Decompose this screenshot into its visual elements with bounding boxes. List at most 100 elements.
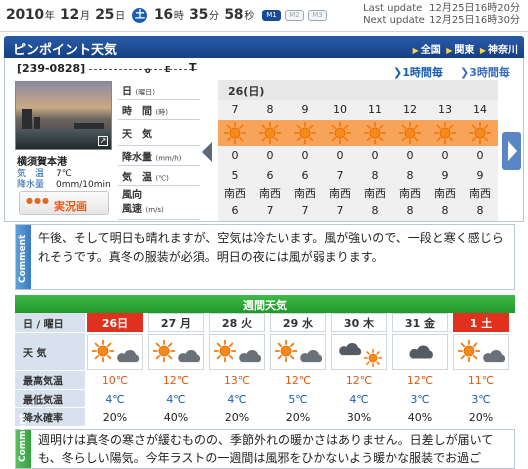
wind-dir-cell: 南西 (399, 187, 421, 200)
week-rain-cell: 40% (163, 411, 189, 424)
address-leader-line (89, 69, 197, 70)
next-update-label: Next update (363, 15, 425, 26)
wind-speed-cell: 8 (476, 204, 484, 217)
sun-icon (328, 121, 352, 145)
breadcrumb-kanto[interactable]: 関東 (454, 45, 474, 56)
address-end-mark: T (189, 61, 197, 74)
comment-tag: Comment (16, 414, 31, 468)
temp-cell: 8 (371, 169, 379, 182)
sun-icon (223, 121, 247, 145)
precip-cell: 0 (336, 149, 344, 162)
row-label-hour: 時 間 (時) (118, 100, 200, 120)
temp-cell: 7 (336, 169, 344, 182)
hour-cell: 13 (438, 103, 452, 116)
day-unit: 日 (115, 11, 125, 22)
week-rain-cell: 20% (468, 411, 494, 424)
second: 58 (224, 7, 244, 23)
dots-icon: ●●● (26, 196, 50, 205)
last-update-value: 12月25日16時20分 (429, 3, 520, 14)
comment-tag-label: Comment (18, 234, 28, 283)
hour-cell: 14 (473, 103, 487, 116)
hour-cell: 11 (368, 103, 382, 116)
location-code: E (165, 65, 171, 74)
week-date-cell: 26日 (87, 313, 143, 332)
temp-cell: 5 (231, 169, 239, 182)
week-lo-cell: 4℃ (227, 393, 247, 406)
breadcrumb-all[interactable]: 全国 (421, 45, 441, 56)
week-hi-cell: 12℃ (162, 374, 190, 387)
zoom-icon[interactable]: ↗ (98, 136, 108, 146)
row-label-precip: 降水量 (mm/h) (118, 146, 200, 166)
row-label-temp: 気 温 (℃) (118, 166, 200, 186)
wind-dir-cell: 南西 (469, 187, 491, 200)
location-label: o (145, 66, 151, 75)
breadcrumb-kanagawa[interactable]: 神奈川 (488, 45, 518, 56)
interval-1h-tab[interactable]: ❯1時間毎 (393, 64, 443, 80)
week-date-cell: 28 火 (209, 313, 265, 332)
weekly-table: 日 / 曜日 天 気 最高気温 最低気温 降水確率 26日 10℃ 4℃ 20% 27 … (15, 313, 515, 427)
hour-cell: 12 (403, 103, 417, 116)
year: 2010 (6, 7, 44, 23)
week-label-lo: 最低気温 (15, 390, 85, 408)
update-info: Last update 12月25日16時20分 Next update 12月25… (363, 3, 520, 27)
section-header: ピンポイント天気 ▶ 全国 ▶ 関東 ▶ 神奈川 (4, 36, 524, 58)
live-camera-image[interactable]: ↗ (15, 81, 112, 150)
current-datetime: 2010年 12月 25日 土 16時 35分 58秒 (6, 7, 255, 23)
week-rain-cell: 20% (102, 411, 128, 424)
mode-button-m3[interactable]: M3 (308, 10, 327, 21)
wind-dir-cell: 南西 (364, 187, 386, 200)
camera-sea (16, 129, 111, 149)
wind-speed-cell: 8 (441, 204, 449, 217)
wind-speed-cell: 7 (266, 204, 274, 217)
week-date-cell: 31 金 (392, 313, 448, 332)
hour-cell: 9 (301, 103, 309, 116)
interval-3h-tab[interactable]: ❯3時間毎 (460, 64, 510, 80)
temp-cell: 9 (476, 169, 484, 182)
precip-cell: 0 (231, 149, 239, 162)
week-lo-cell: 3℃ (471, 393, 491, 406)
row-label-day: 日 (曜日) (118, 80, 200, 100)
weekday-badge: 土 (132, 8, 148, 23)
comment-box: Comment 午後、そして明日も晴れますが、空気は冷たいます。風が強いので、一… (15, 224, 515, 290)
obs-precip-value: 0mm/10min (56, 180, 111, 190)
sun-cloud-icon (453, 334, 509, 370)
row-label-weather: 天 気 (118, 120, 200, 146)
week-label-hi: 最高気温 (15, 371, 85, 390)
mode-button-m1[interactable]: M1 (262, 10, 281, 21)
hourly-day-header: 26(日) (218, 80, 498, 100)
wind-speed-cell: 7 (301, 204, 309, 217)
week-hi-cell: 12℃ (406, 374, 434, 387)
sun-cloud-icon (270, 334, 326, 370)
week-lo-cell: 4℃ (105, 393, 125, 406)
minute-unit: 分 (209, 11, 219, 22)
mode-button-m2[interactable]: M2 (285, 10, 304, 21)
month-unit: 月 (79, 11, 90, 22)
week-lo-cell: 4℃ (166, 393, 186, 406)
week-date-cell: 29 水 (270, 313, 326, 332)
sun-cloud-icon (87, 334, 143, 370)
next-arrow-icon[interactable] (502, 132, 521, 170)
weekly-comment-box: Comment 週明けは真冬の寒さが緩むものの、季節外れの暖かさはありません。日… (15, 414, 515, 469)
weekly-header: 週間天気 (15, 295, 515, 313)
weekly-title: 週間天気 (243, 299, 287, 312)
obs-precip: 降水量 0mm/10min (17, 177, 111, 190)
comment-text: 午後、そして明日も晴れますが、空気は冷たいます。風が強いので、一段と寒く感じられ… (38, 231, 504, 264)
week-rain-cell: 40% (407, 411, 433, 424)
datetime-bar: 2010年 12月 25日 土 16時 35分 58秒 M1 M2 M3 Las… (0, 0, 528, 32)
week-rain-cell: 30% (346, 411, 372, 424)
interval-1h-label: 1時間毎 (402, 66, 443, 79)
day: 25 (95, 7, 115, 23)
live-image-button[interactable]: ●●● 実況画 (19, 191, 109, 215)
wind-dir-cell: 南西 (294, 187, 316, 200)
temp-cell: 6 (301, 169, 309, 182)
hour-cell: 10 (333, 103, 347, 116)
week-hi-cell: 13℃ (223, 374, 251, 387)
comment-tag: Comment (16, 225, 31, 289)
week-rain-cell: 20% (285, 411, 311, 424)
chevron-right-icon: ❯ (393, 66, 403, 79)
week-date-cell: 30 木 (331, 313, 387, 332)
prev-arrow-icon[interactable] (202, 142, 212, 162)
point-forecast: [239-0828] o E T ❯1時間毎 ❯3時間毎 ↗ 横須賀本港 気 温… (4, 58, 524, 222)
precip-cell: 0 (301, 149, 309, 162)
chevron-right-icon: ❯ (460, 66, 470, 79)
